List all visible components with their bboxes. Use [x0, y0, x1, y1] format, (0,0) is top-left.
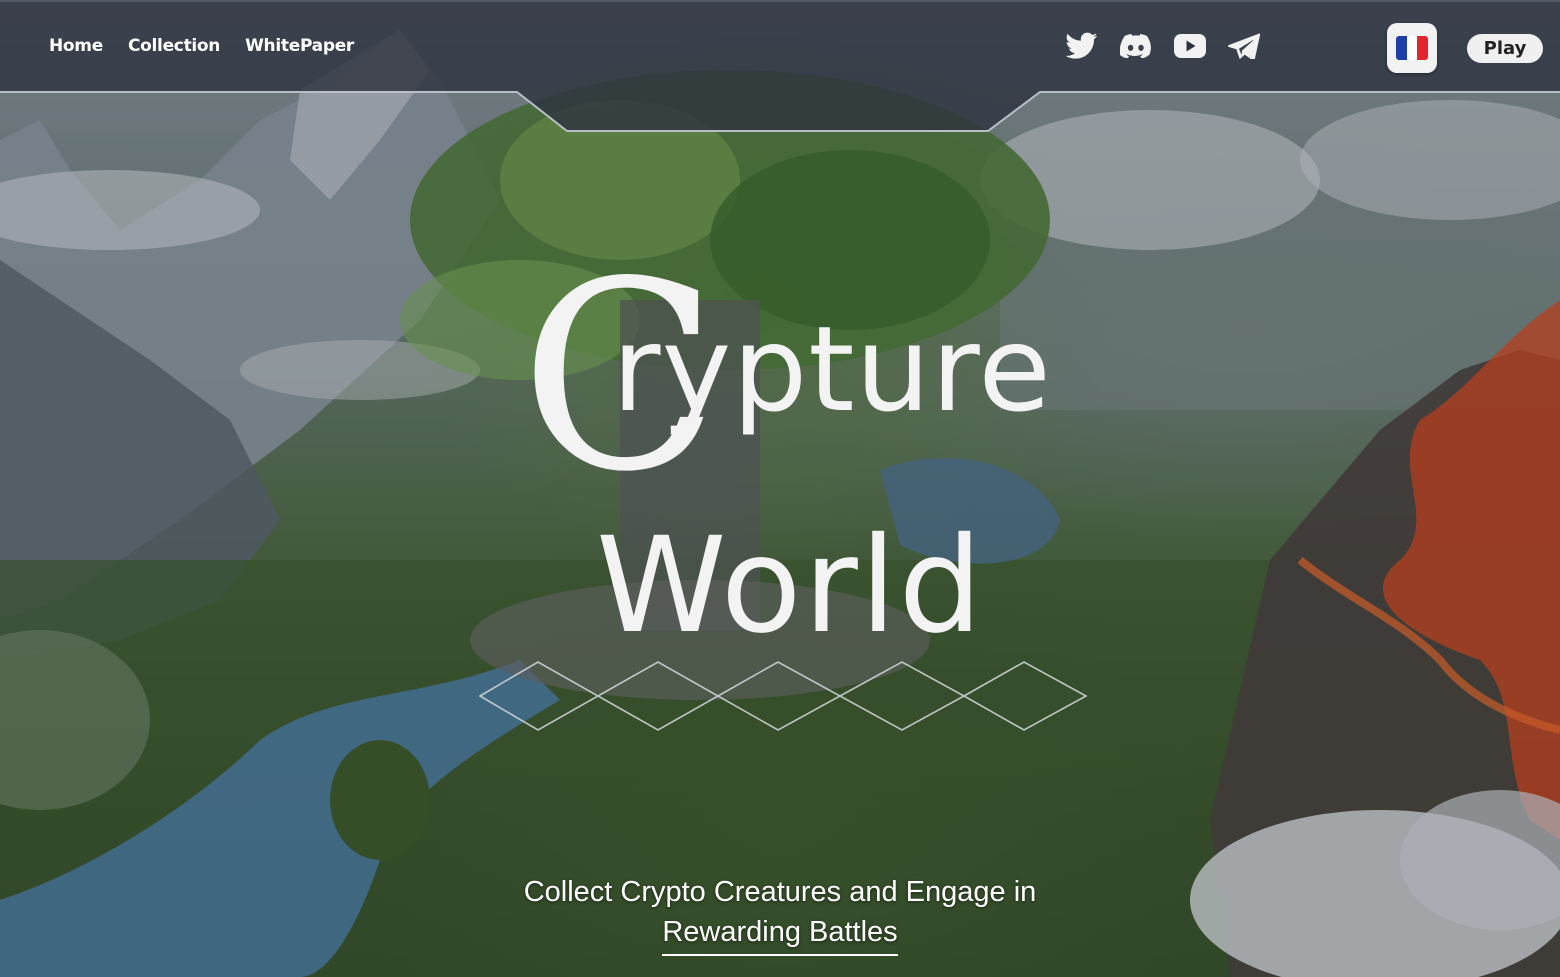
tagline-line2: Rewarding Battles: [662, 912, 898, 956]
logo-title-line1: rypture: [612, 300, 1052, 438]
nav-collection-link[interactable]: Collection: [128, 36, 220, 56]
navbar: Home Collection WhitePaper Play: [0, 0, 1560, 132]
twitter-icon[interactable]: [1066, 31, 1098, 61]
social-links: [1066, 31, 1260, 61]
tagline-line1: Collect Crypto Creatures and Engage in: [523, 876, 1037, 908]
navbar-frame: [0, 0, 1560, 132]
main-nav: Home Collection WhitePaper: [49, 36, 354, 56]
discord-icon[interactable]: [1120, 31, 1152, 61]
hero-tagline: Collect Crypto Creatures and Engage in R…: [480, 872, 1080, 956]
nav-whitepaper-link[interactable]: WhitePaper: [245, 36, 354, 56]
logo-diamond-ornament: [478, 661, 1088, 731]
telegram-icon[interactable]: [1228, 31, 1260, 61]
play-button[interactable]: Play: [1467, 34, 1543, 63]
logo-title-line2: World: [596, 509, 985, 663]
youtube-icon[interactable]: [1174, 31, 1206, 61]
france-flag-icon: [1396, 36, 1428, 60]
nav-home-link[interactable]: Home: [49, 36, 103, 56]
language-selector-button[interactable]: [1387, 23, 1437, 73]
